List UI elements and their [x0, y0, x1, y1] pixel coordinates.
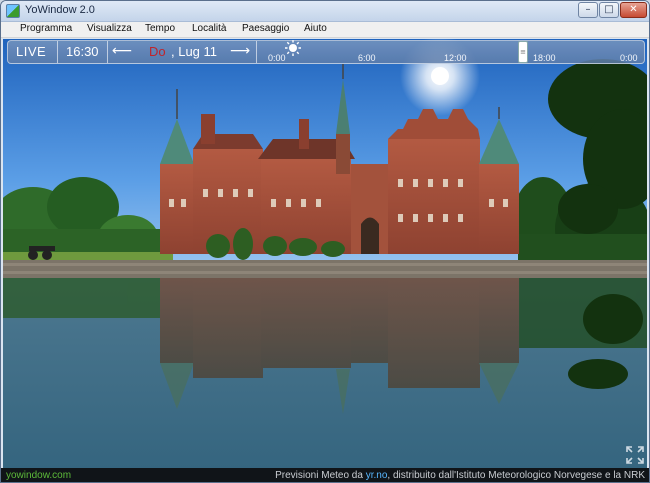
landscape-scene [3, 39, 647, 469]
day-timeline[interactable]: 0:00 6:00 12:00 18:00 0:00 ≡ [260, 40, 644, 63]
forecast-suffix: , distribuito dall'Istituto Meteorologic… [387, 470, 645, 481]
menu-bar: Programma Visualizza Tempo Località Paes… [1, 22, 649, 38]
previous-day-arrow-icon[interactable]: ⟵ [112, 43, 132, 59]
app-window: YoWindow 2.0 – □ ✕ Programma Visualizza … [0, 0, 650, 483]
menu-localita[interactable]: Località [192, 23, 226, 34]
sun-icon [285, 40, 301, 56]
menu-tempo[interactable]: Tempo [145, 23, 175, 34]
timeline-label: 18:00 [533, 53, 556, 63]
window-title: YoWindow 2.0 [25, 4, 95, 16]
toolbar-divider [256, 41, 257, 63]
yowindow-app-icon [6, 4, 20, 18]
fullscreen-icon[interactable] [625, 445, 645, 465]
sun [431, 67, 449, 85]
timeline-label: 12:00 [444, 53, 467, 63]
menu-paesaggio[interactable]: Paesaggio [242, 23, 289, 34]
menu-aiuto[interactable]: Aiuto [304, 23, 327, 34]
yowindow-site-link[interactable]: yowindow.com [6, 470, 71, 481]
menu-visualizza[interactable]: Visualizza [87, 23, 132, 34]
minimize-button[interactable]: – [578, 2, 598, 18]
close-button[interactable]: ✕ [620, 2, 647, 18]
status-footer: yowindow.com Previsioni Meteo da yr.no, … [1, 468, 649, 482]
timeline-handle[interactable]: ≡ [518, 41, 528, 63]
next-day-arrow-icon[interactable]: ⟶ [230, 43, 250, 59]
live-button[interactable]: LIVE [16, 44, 46, 59]
current-time: 16:30 [66, 44, 99, 59]
menu-programma[interactable]: Programma [20, 23, 72, 34]
timeline-label: 0:00 [268, 53, 286, 63]
date-weekday: Do [149, 44, 166, 59]
timeline-label: 0:00 [620, 53, 638, 63]
stone-wall [3, 260, 647, 278]
timeline-label: 6:00 [358, 53, 376, 63]
maximize-button[interactable]: □ [599, 2, 619, 18]
title-bar[interactable]: YoWindow 2.0 – □ ✕ [1, 1, 649, 22]
forecast-credit: Previsioni Meteo da yr.no, distribuito d… [275, 470, 645, 481]
toolbar-divider [107, 41, 108, 63]
time-toolbar: LIVE 16:30 ⟵ Do , Lug 11 ⟶ 0:00 6:00 12:… [7, 40, 645, 64]
forecast-prefix: Previsioni Meteo da [275, 470, 366, 481]
toolbar-divider [57, 41, 58, 63]
date-month-day: , Lug 11 [171, 44, 218, 59]
yr-no-link[interactable]: yr.no [366, 470, 388, 481]
